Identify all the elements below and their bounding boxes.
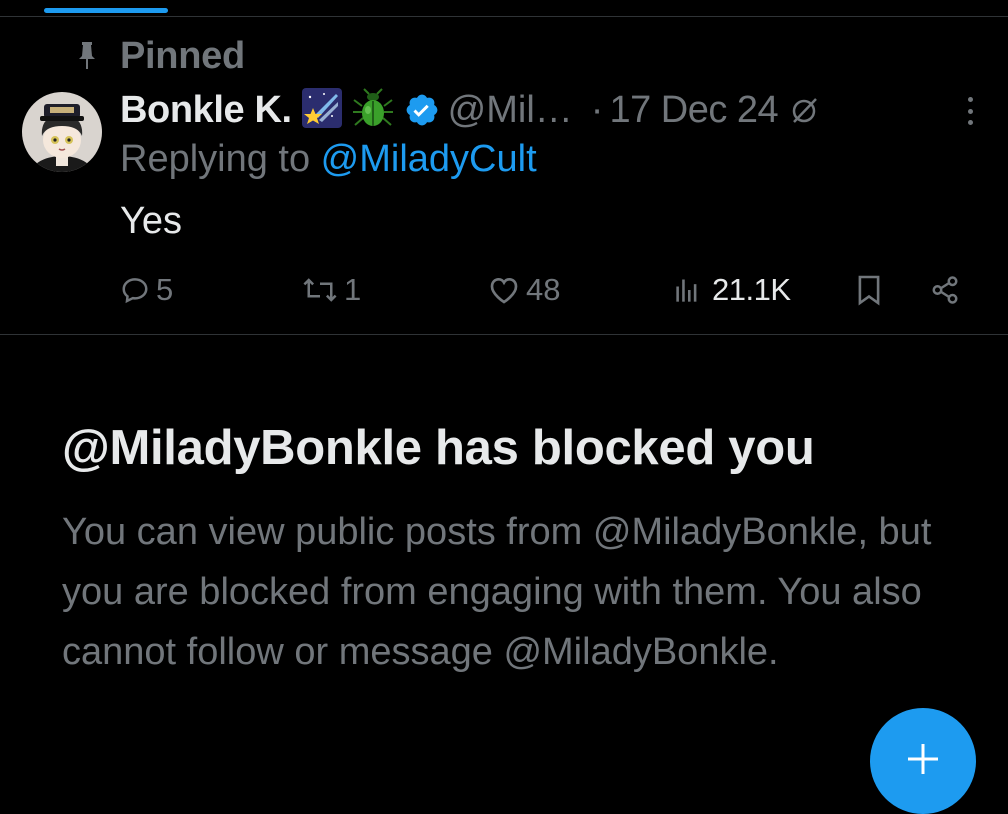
pin-icon: [70, 42, 104, 70]
display-name[interactable]: Bonkle K.: [120, 89, 292, 132]
post-date[interactable]: 17 Dec 24: [609, 89, 778, 132]
verified-badge-icon: [404, 92, 440, 128]
more-options-icon[interactable]: [955, 94, 985, 128]
divider: [0, 334, 1008, 335]
reply-icon: [120, 275, 150, 305]
plus-icon: [906, 742, 940, 781]
tab-active-indicator: [44, 8, 168, 13]
repost-button[interactable]: 1: [302, 268, 361, 312]
like-count: 48: [526, 272, 561, 307]
reply-button[interactable]: 5: [120, 268, 173, 312]
blocked-description: You can view public posts from @MiladyBo…: [62, 511, 932, 673]
compose-post-button[interactable]: [870, 708, 976, 814]
views-count: 21.1K: [712, 272, 791, 307]
divider: [0, 16, 1008, 17]
views-button[interactable]: 21.1K: [674, 268, 791, 312]
handle[interactable]: @Mil…: [448, 89, 573, 132]
analytics-icon: [674, 276, 702, 304]
repost-count: 1: [344, 272, 362, 307]
replying-to: Replying to @MiladyCult: [120, 138, 537, 181]
replying-to-mention[interactable]: @MiladyCult: [321, 138, 537, 180]
grok-icon[interactable]: [788, 94, 820, 126]
pinned-indicator: Pinned: [70, 34, 245, 78]
bookmark-icon: [856, 274, 882, 306]
like-button[interactable]: 48: [488, 268, 560, 312]
avatar[interactable]: [22, 92, 102, 172]
share-icon: [930, 275, 960, 305]
heart-icon: [488, 275, 520, 305]
bookmark-button[interactable]: [856, 268, 882, 312]
pinned-label: Pinned: [120, 34, 245, 77]
blocked-title: @MiladyBonkle has blocked you: [62, 421, 815, 475]
repost-icon: [302, 275, 338, 305]
reply-count: 5: [156, 272, 174, 307]
post-header: Bonkle K. @Mil… · 17 Dec 24: [120, 84, 990, 136]
replying-prefix: Replying to: [120, 138, 321, 180]
share-button[interactable]: [930, 268, 960, 312]
post-text: Yes: [120, 200, 182, 242]
comet-emoji: [301, 87, 342, 133]
beetle-emoji: [352, 87, 394, 133]
separator-dot: ·: [590, 88, 604, 131]
